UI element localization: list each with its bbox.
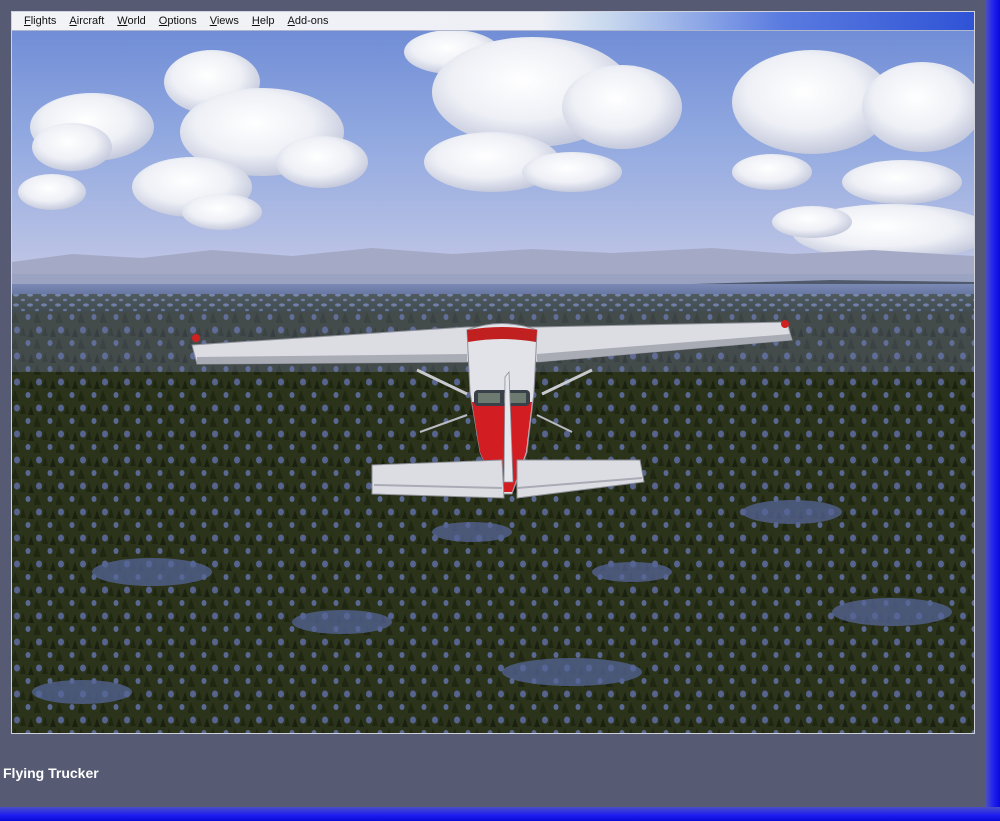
caption-text: Flying Trucker bbox=[3, 765, 99, 781]
menu-views[interactable]: Views bbox=[210, 12, 239, 31]
frame-glow-bottom bbox=[0, 807, 1000, 821]
menu-world[interactable]: World bbox=[117, 12, 146, 31]
flight-scene bbox=[12, 12, 974, 733]
menu-help[interactable]: Help bbox=[252, 12, 275, 31]
simulator-view: Flights Aircraft World Options Views Hel… bbox=[11, 11, 975, 734]
menu-flights[interactable]: Flights bbox=[24, 12, 56, 31]
menu-options[interactable]: Options bbox=[159, 12, 197, 31]
menu-bar: Flights Aircraft World Options Views Hel… bbox=[12, 12, 974, 31]
frame-glow-right bbox=[986, 0, 1000, 821]
menu-aircraft[interactable]: Aircraft bbox=[69, 12, 104, 31]
menu-addons[interactable]: Add-ons bbox=[288, 12, 329, 31]
